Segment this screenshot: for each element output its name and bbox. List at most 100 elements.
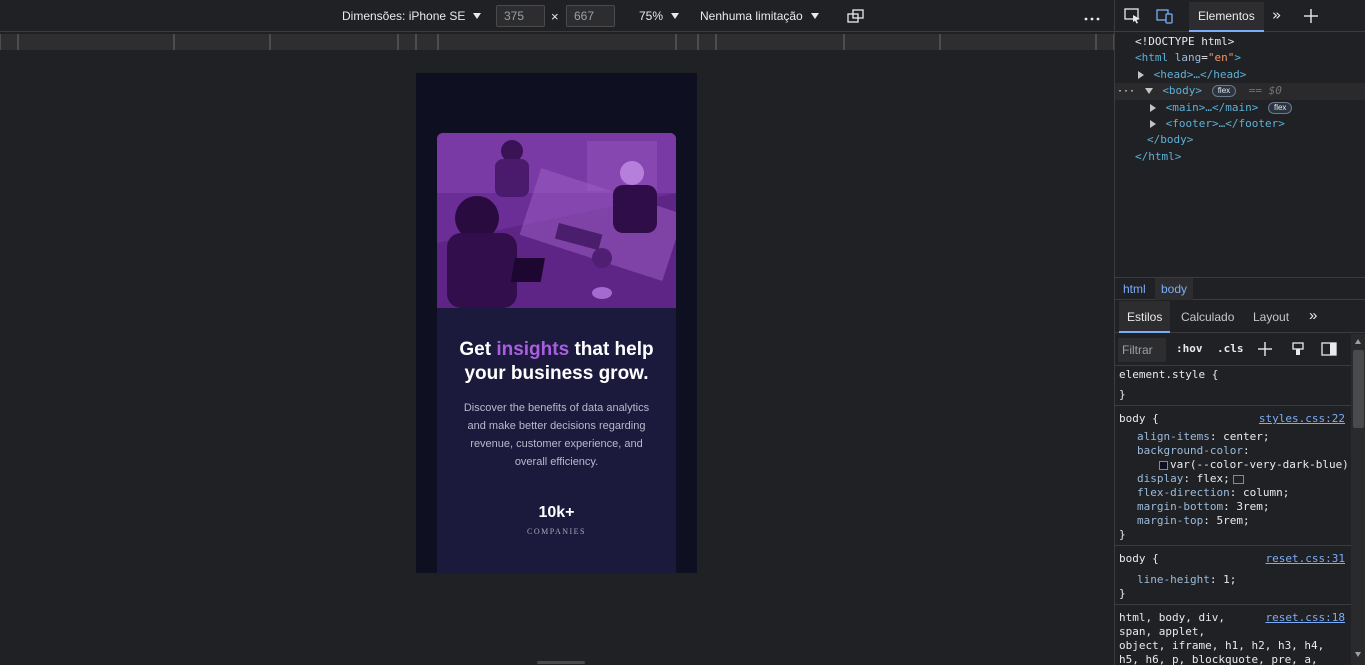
- ruler-segment[interactable]: [716, 34, 844, 50]
- css-declaration[interactable]: margin-top: 5rem;: [1119, 514, 1347, 528]
- styles-subtabs: Estilos Calculado Layout »: [1115, 301, 1365, 333]
- footer-node: <footer>…</footer>: [1165, 116, 1285, 130]
- breadcrumb-body[interactable]: body: [1155, 278, 1194, 300]
- tab-layout[interactable]: Layout: [1245, 301, 1297, 333]
- more-options-icon[interactable]: [1083, 7, 1101, 26]
- dom-doctype[interactable]: <!DOCTYPE html>: [1115, 34, 1365, 50]
- devtools-panel: Elementos » <!DOCTYPE html> <html lang="…: [1114, 0, 1365, 665]
- css-declaration[interactable]: flex-direction: column;: [1119, 486, 1347, 500]
- more-tabs-icon[interactable]: »: [1309, 307, 1317, 324]
- hero-title-start: Get: [459, 339, 492, 360]
- dom-head[interactable]: <head>…</head>: [1115, 67, 1365, 83]
- dom-html-open[interactable]: <html lang="en">: [1115, 50, 1365, 66]
- color-swatch-icon[interactable]: [1159, 460, 1168, 470]
- ruler-segment[interactable]: [1096, 34, 1114, 50]
- paint-brush-icon[interactable]: [1291, 342, 1305, 356]
- hero-description: Discover the benefits of data analytics …: [463, 402, 650, 468]
- inspect-element-icon[interactable]: [1124, 8, 1142, 24]
- stat-value: 10k+: [538, 504, 575, 521]
- css-property: background-color: [1137, 444, 1243, 457]
- expand-triangle-icon[interactable]: [1138, 70, 1144, 79]
- ruler-segment[interactable]: [270, 34, 398, 50]
- flexbox-editor-icon[interactable]: [1232, 474, 1244, 484]
- hov-button[interactable]: :hov: [1176, 342, 1203, 355]
- device-toggle-icon[interactable]: [1156, 8, 1174, 24]
- tab-computed[interactable]: Calculado: [1173, 301, 1242, 333]
- html-close-tag: </html>: [1135, 149, 1182, 163]
- viewport-resize-handle[interactable]: [537, 661, 585, 664]
- toggle-sidebar-icon[interactable]: [1321, 342, 1337, 356]
- cls-button[interactable]: .cls: [1217, 342, 1244, 355]
- style-rule-reset-list[interactable]: html, body, div, reset.css:18 span, appl…: [1115, 605, 1351, 665]
- css-value: 5rem;: [1216, 514, 1250, 527]
- collapse-triangle-icon[interactable]: [1144, 88, 1153, 95]
- tab-styles[interactable]: Estilos: [1119, 301, 1171, 333]
- rule-close-brace: }: [1119, 587, 1126, 600]
- rotate-device-button[interactable]: [847, 0, 865, 32]
- css-value: var(--color-very-dark-blue): [1170, 458, 1349, 471]
- filter-input[interactable]: Filtrar: [1118, 338, 1166, 362]
- rule-selector: h5, h6, p, blockquote, pre, a,: [1119, 653, 1318, 665]
- ruler-segment[interactable]: [676, 34, 698, 50]
- html-attr-value: "en": [1207, 51, 1235, 65]
- more-tabs-icon[interactable]: »: [1272, 6, 1281, 24]
- dom-body-close[interactable]: </body>: [1115, 132, 1365, 148]
- scroll-down-icon[interactable]: [1355, 652, 1361, 657]
- dom-html-close[interactable]: </html>: [1115, 149, 1365, 165]
- css-property: line-height: [1137, 573, 1210, 586]
- style-rule-body-styles[interactable]: body { styles.css:22 align-items: center…: [1115, 406, 1351, 546]
- rule-source-link[interactable]: reset.css:31: [1266, 552, 1345, 566]
- flex-badge[interactable]: flex: [1211, 85, 1237, 98]
- ruler-segment[interactable]: [844, 34, 940, 50]
- device-dimensions-dropdown[interactable]: Dimensões: iPhone SE: [342, 0, 482, 32]
- element-style-rule[interactable]: element.style { }: [1115, 366, 1351, 406]
- new-style-rule-icon[interactable]: [1257, 341, 1273, 357]
- css-property: margin-top: [1137, 514, 1204, 527]
- css-declaration[interactable]: margin-bottom: 3rem;: [1119, 500, 1347, 514]
- scroll-thumb[interactable]: [1353, 350, 1364, 428]
- rule-source-link[interactable]: reset.css:18: [1266, 611, 1345, 625]
- expand-triangle-icon[interactable]: [1150, 119, 1156, 128]
- css-property: flex-direction: [1137, 486, 1230, 499]
- expand-triangle-icon[interactable]: [1150, 103, 1156, 112]
- html-attr-name: lang: [1174, 51, 1202, 65]
- css-declaration[interactable]: background-color:: [1119, 444, 1347, 458]
- css-value: 1;: [1223, 573, 1237, 586]
- ruler-segment[interactable]: [416, 34, 438, 50]
- styles-scrollbar[interactable]: [1351, 334, 1365, 665]
- node-actions-icon[interactable]: ···: [1117, 86, 1135, 97]
- rule-source-link[interactable]: styles.css:22: [1259, 412, 1345, 426]
- tab-elements[interactable]: Elementos: [1189, 2, 1264, 32]
- css-declaration-continued[interactable]: var(--color-very-dark-blue): [1119, 458, 1349, 472]
- breadcrumb-html[interactable]: html: [1117, 278, 1152, 300]
- chevron-down-icon: [810, 13, 819, 19]
- zoom-label: 75%: [639, 9, 664, 23]
- scroll-up-icon[interactable]: [1355, 339, 1361, 344]
- ruler-segment[interactable]: [0, 34, 18, 50]
- media-query-ruler[interactable]: [0, 34, 1114, 50]
- add-tab-icon[interactable]: [1302, 8, 1320, 24]
- dom-body-selected[interactable]: ··· <body> flex == $0: [1115, 83, 1365, 100]
- ruler-segment[interactable]: [698, 34, 716, 50]
- style-rule-body-reset[interactable]: body { reset.css:31 line-height: 1; }: [1115, 546, 1351, 605]
- throttling-dropdown[interactable]: Nenhuma limitação: [700, 0, 819, 32]
- css-declaration[interactable]: align-items: center;: [1119, 430, 1347, 444]
- dom-main[interactable]: <main>…</main> flex: [1115, 100, 1365, 116]
- ruler-segment[interactable]: [940, 34, 1096, 50]
- width-input[interactable]: 375: [496, 5, 545, 27]
- hero-image: [437, 133, 676, 308]
- times-symbol: ×: [551, 8, 559, 24]
- height-input[interactable]: 667: [566, 5, 615, 27]
- css-declaration[interactable]: display: flex;: [1119, 472, 1347, 486]
- ruler-segment[interactable]: [438, 34, 676, 50]
- dom-footer[interactable]: <footer>…</footer>: [1115, 116, 1365, 132]
- doctype-text: <!DOCTYPE html>: [1135, 35, 1235, 48]
- ruler-segment[interactable]: [174, 34, 270, 50]
- css-declaration[interactable]: line-height: 1;: [1119, 573, 1347, 587]
- zoom-dropdown[interactable]: 75%: [639, 0, 680, 32]
- ruler-segment[interactable]: [18, 34, 174, 50]
- chevron-down-icon: [473, 13, 482, 19]
- device-toolbar: Dimensões: iPhone SE 375 × 667 75% Nenhu…: [0, 0, 1114, 32]
- flex-badge[interactable]: flex: [1267, 101, 1293, 114]
- ruler-segment[interactable]: [398, 34, 416, 50]
